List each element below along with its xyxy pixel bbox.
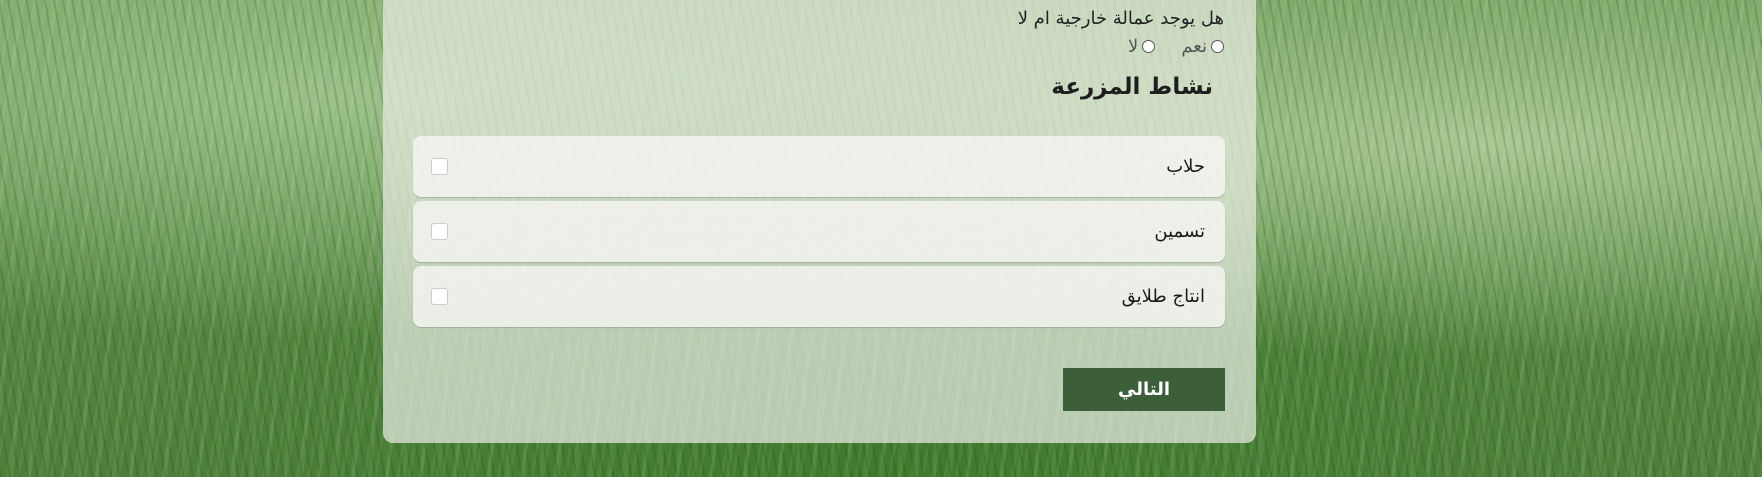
radio-yes-circle[interactable] [1211, 40, 1224, 53]
farm-form-card: هل يوجد عمالة خارجية ام لا نعم لا نشاط ا… [383, 0, 1256, 443]
next-button[interactable]: التالي [1063, 368, 1225, 411]
activity-checkbox[interactable] [431, 288, 448, 305]
radio-option-yes[interactable]: نعم [1181, 36, 1224, 57]
radio-no-circle[interactable] [1142, 40, 1156, 53]
activity-label: انتاج طلايق [1121, 286, 1205, 307]
foreign-labor-radio-group: نعم لا [1128, 36, 1224, 57]
activity-label: حلاب [1166, 156, 1205, 177]
activity-checkbox[interactable] [431, 223, 448, 240]
activity-item-fattening[interactable]: تسمين [413, 201, 1225, 262]
radio-yes-label: نعم [1181, 36, 1207, 57]
farm-activity-list: حلاب تسمين انتاج طلايق [413, 136, 1225, 331]
farm-activity-title: نشاط المزرعة [1051, 74, 1213, 100]
activity-item-dairy[interactable]: حلاب [413, 136, 1225, 197]
radio-no-label: لا [1128, 36, 1139, 57]
activity-label: تسمين [1154, 221, 1205, 242]
foreign-labor-question: هل يوجد عمالة خارجية ام لا [1017, 8, 1224, 29]
activity-checkbox[interactable] [431, 158, 448, 175]
radio-option-no[interactable]: لا [1128, 36, 1156, 57]
activity-item-heifer-production[interactable]: انتاج طلايق [413, 266, 1225, 327]
